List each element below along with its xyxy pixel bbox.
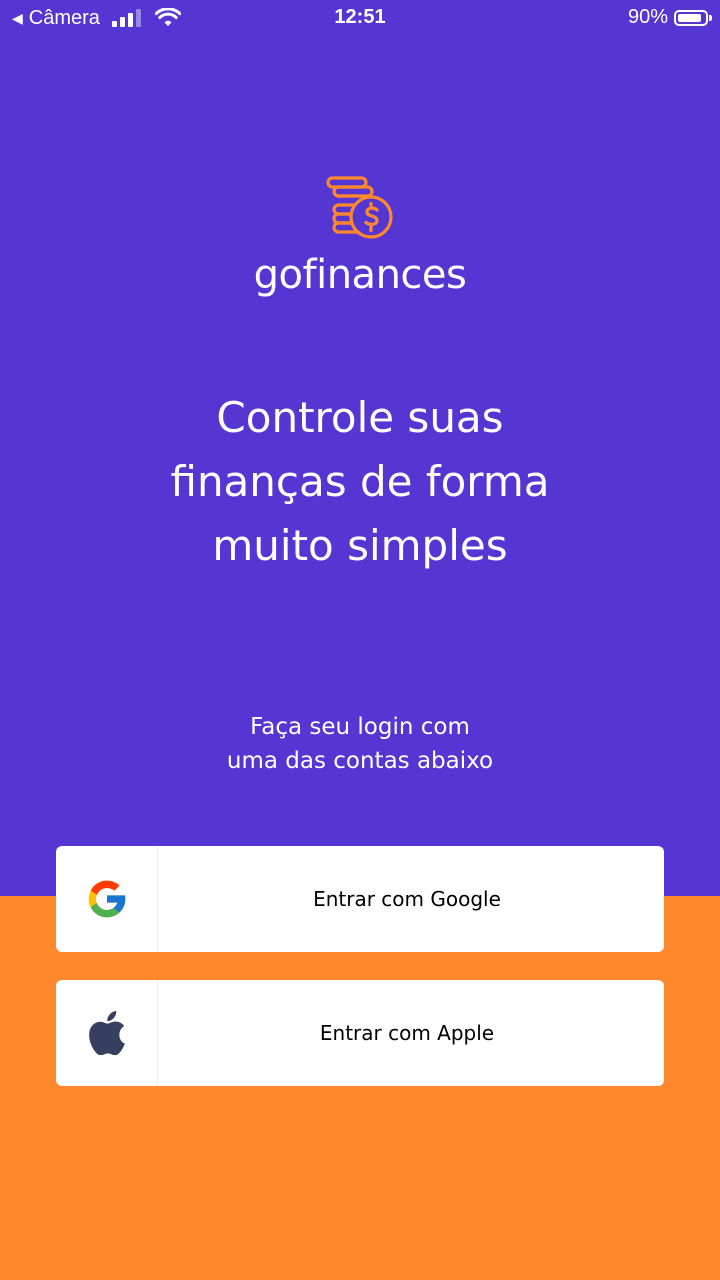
apple-login-button[interactable]: Entrar com Apple bbox=[56, 980, 664, 1086]
status-bar: ◀ Câmera 12:51 90% bbox=[0, 0, 720, 38]
google-login-button[interactable]: Entrar com Google bbox=[56, 846, 664, 952]
login-instructions: Faça seu login com uma das contas abaixo bbox=[160, 710, 560, 778]
login-instructions-line-2: uma das contas abaixo bbox=[226, 748, 494, 774]
apple-login-label: Entrar com Apple bbox=[319, 1021, 495, 1045]
apple-icon bbox=[88, 1011, 125, 1055]
headline-line-3: muito simples bbox=[212, 521, 508, 570]
google-icon bbox=[88, 880, 125, 918]
apple-icon-container bbox=[56, 980, 158, 1086]
login-instructions-line-1: Faça seu login com bbox=[250, 714, 470, 740]
battery-icon bbox=[674, 9, 712, 26]
headline-line-1: Controle suas bbox=[216, 393, 504, 442]
google-login-label: Entrar com Google bbox=[313, 887, 501, 911]
google-icon-container bbox=[56, 846, 158, 952]
battery-status: 90% bbox=[627, 6, 712, 29]
headline: Controle suas finanças de forma muito si… bbox=[120, 386, 600, 578]
login-screen: ◀ Câmera 12:51 90% gofinances Controle s… bbox=[0, 0, 720, 1280]
headline-line-2: finanças de forma bbox=[170, 457, 550, 506]
coins-dollar-icon bbox=[326, 176, 393, 239]
battery-percent: 90% bbox=[627, 6, 668, 28]
status-time: 12:51 bbox=[334, 6, 386, 28]
brand-name: gofinances bbox=[253, 252, 467, 298]
